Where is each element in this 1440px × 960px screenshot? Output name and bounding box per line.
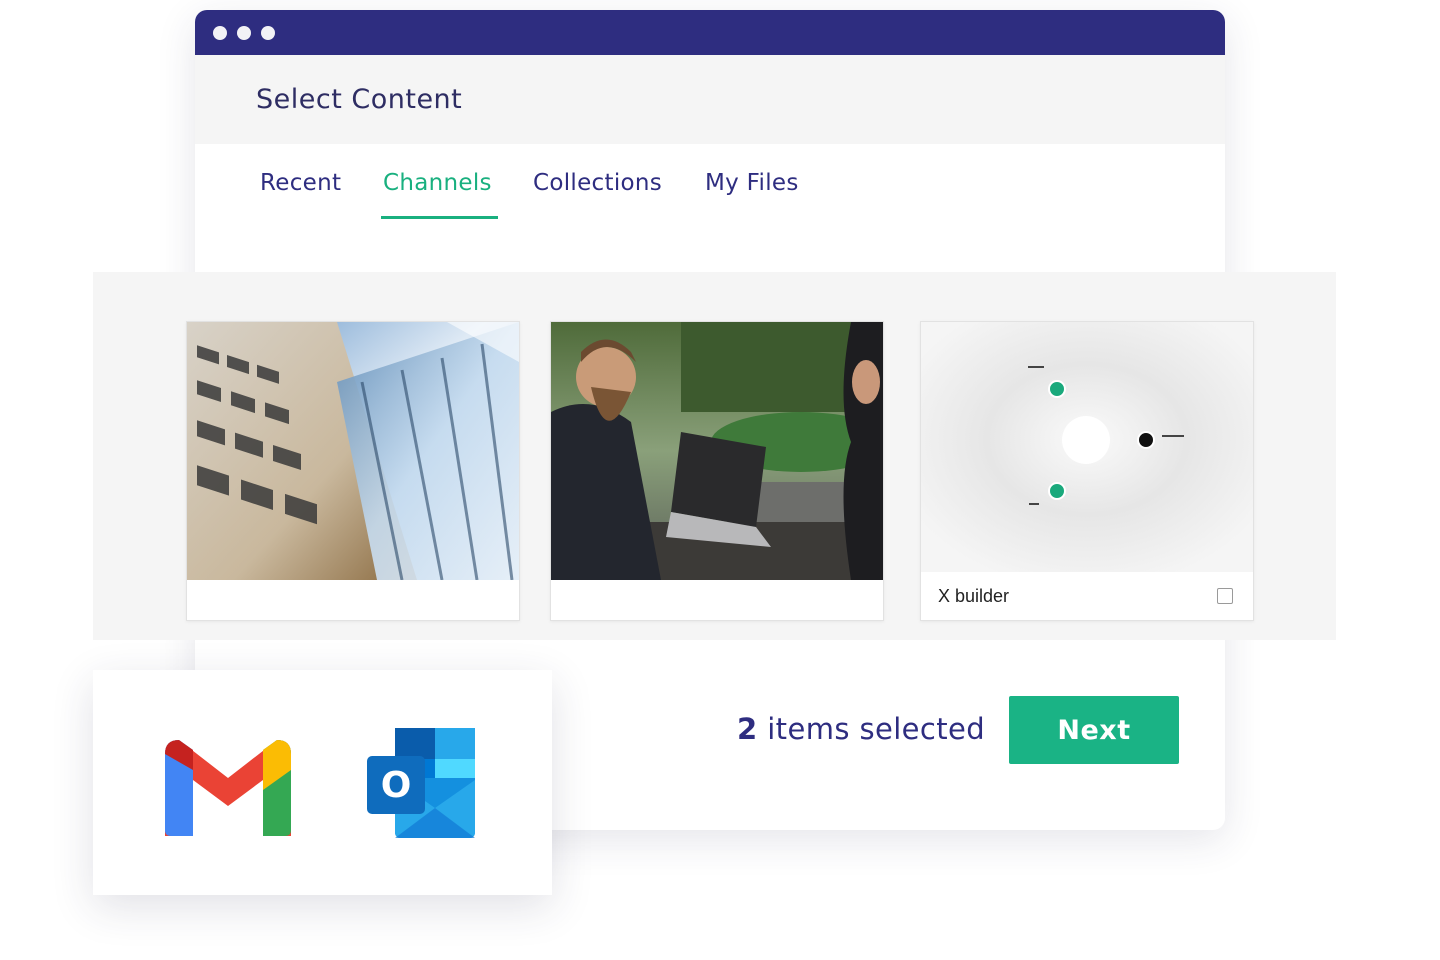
stage: Select Content Recent Channels Collectio… [0, 0, 1440, 960]
office-building-image [187, 322, 519, 580]
active-tab-indicator [381, 216, 498, 219]
window-dot-icon[interactable] [213, 26, 227, 40]
content-card[interactable] [186, 321, 520, 621]
integrations-panel: O [93, 670, 552, 895]
tab-channels[interactable]: Channels [383, 170, 492, 196]
tab-my-files[interactable]: My Files [705, 170, 799, 196]
content-card[interactable] [550, 321, 884, 621]
card-label: X builder [938, 586, 1010, 606]
x-builder-diagram [921, 322, 1253, 572]
card-checkbox[interactable] [1217, 588, 1233, 604]
outlook-icon[interactable]: O [367, 728, 483, 838]
outlook-letter: O [381, 765, 412, 806]
tab-recent[interactable]: Recent [260, 170, 341, 196]
tab-collections[interactable]: Collections [533, 170, 662, 196]
selection-status: 2 items selected [737, 712, 985, 746]
next-button[interactable]: Next [1009, 696, 1179, 764]
selected-count: 2 [737, 712, 758, 746]
window-dot-icon[interactable] [237, 26, 251, 40]
content-card[interactable]: X builder [920, 321, 1254, 621]
window-titlebar [195, 10, 1225, 55]
content-grid: X builder [93, 272, 1336, 640]
business-meeting-image [551, 322, 883, 580]
page-title: Select Content [256, 84, 463, 115]
window-dot-icon[interactable] [261, 26, 275, 40]
gmail-icon[interactable] [165, 740, 291, 836]
selected-text: items selected [767, 712, 986, 746]
